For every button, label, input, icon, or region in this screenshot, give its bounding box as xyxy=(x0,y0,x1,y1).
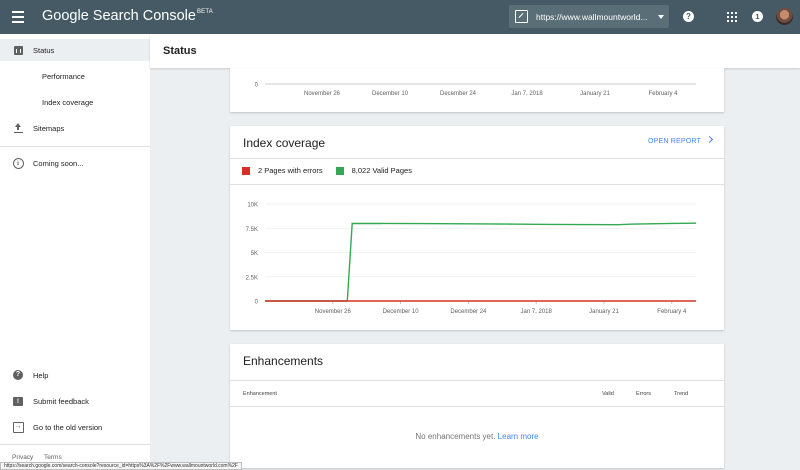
x-tick-label: November 26 xyxy=(304,91,341,97)
apps-grid-icon[interactable] xyxy=(727,12,737,22)
sidebar-item-performance[interactable]: Performance xyxy=(0,65,150,87)
page-header: Status xyxy=(150,34,800,68)
notifications-icon[interactable]: 1 xyxy=(752,11,763,22)
sidebar-item-label: Submit feedback xyxy=(33,396,89,406)
x-tick-label: January 21 xyxy=(580,91,610,97)
feedback-icon: ! xyxy=(12,395,24,407)
sidebar: Status Performance Index coverage Sitema… xyxy=(0,34,150,468)
x-tick-label: Jan 7, 2018 xyxy=(511,91,543,97)
x-tick-label: November 26 xyxy=(315,309,352,315)
sidebar-item-label: Go to the old version xyxy=(33,422,103,432)
sidebar-item-label: Status xyxy=(33,45,55,55)
property-selector[interactable]: https://www.wallmountworld... xyxy=(509,5,669,28)
x-tick-label: January 21 xyxy=(589,309,619,315)
exit-icon: → xyxy=(12,421,24,433)
terms-link[interactable]: Terms xyxy=(44,454,62,461)
help-circle-icon[interactable]: ? xyxy=(683,11,694,22)
sidebar-item-help[interactable]: ? Help xyxy=(0,364,150,386)
sidebar-item-submit-feedback[interactable]: ! Submit feedback xyxy=(0,390,150,412)
sidebar-item-sitemaps[interactable]: Sitemaps xyxy=(0,117,150,139)
column-header-enhancement[interactable]: Enhancement xyxy=(243,391,277,397)
sidebar-item-label: Performance xyxy=(42,71,85,81)
sidebar-divider xyxy=(0,146,150,147)
column-header-trend[interactable]: Trend xyxy=(674,391,688,397)
enhancements-card: Enhancements Enhancement Valid Errors Tr… xyxy=(230,344,724,468)
chart-legend: 2 Pages with errors 8,022 Valid Pages xyxy=(242,166,425,175)
top-app-bar: Google Search ConsoleBETA https://www.wa… xyxy=(0,0,800,34)
info-icon: i xyxy=(12,157,24,169)
sidebar-divider xyxy=(0,444,150,445)
card-title: Enhancements xyxy=(243,354,324,368)
chevron-down-icon xyxy=(658,14,664,19)
y-tick-label: 5K xyxy=(251,251,258,257)
y-tick-label: 2.5K xyxy=(246,275,258,281)
sidebar-item-label: Coming soon... xyxy=(33,158,84,168)
series-line xyxy=(265,222,697,302)
bar-chart-icon xyxy=(12,44,24,56)
legend-swatch xyxy=(335,166,344,175)
x-tick-label: December 10 xyxy=(383,309,420,315)
property-url: https://www.wallmountworld... xyxy=(536,11,648,22)
sidebar-item-label: Index coverage xyxy=(42,97,94,107)
index-coverage-chart: 0 2.5K 5K 7.5K 10K November 26 December 10 Dece… xyxy=(246,203,697,315)
menu-icon[interactable] xyxy=(12,11,24,23)
legend-swatch xyxy=(242,166,250,175)
avatar[interactable] xyxy=(776,8,793,25)
card-divider xyxy=(230,380,724,381)
sidebar-footer: Privacy Terms xyxy=(12,454,71,461)
x-tick-label: February 4 xyxy=(657,309,687,315)
x-tick-label: February 4 xyxy=(648,91,678,97)
open-report-link[interactable]: OPEN REPORT xyxy=(648,135,714,145)
page-title: Status xyxy=(163,45,197,57)
property-link-icon xyxy=(515,10,528,23)
browser-status-url: https://search.google.com/search-console… xyxy=(0,462,242,470)
chevron-right-icon xyxy=(705,135,714,144)
column-header-errors[interactable]: Errors xyxy=(636,391,651,397)
sidebar-item-status[interactable]: Status xyxy=(0,39,150,61)
x-tick-label: December 24 xyxy=(440,91,477,97)
help-icon: ? xyxy=(12,369,24,381)
sidebar-item-old-version[interactable]: → Go to the old version xyxy=(0,416,150,438)
y-tick-label: 0 xyxy=(255,300,259,306)
open-report-label: OPEN REPORT xyxy=(648,138,702,145)
sidebar-item-index-coverage[interactable]: Index coverage xyxy=(0,91,150,113)
legend-label: 2 Pages with errors xyxy=(258,166,323,175)
legend-item-errors[interactable]: 2 Pages with errors xyxy=(242,166,323,175)
y-tick-label: 10K xyxy=(247,203,258,209)
product-title[interactable]: Google Search ConsoleBETA xyxy=(42,8,213,24)
legend-item-valid[interactable]: 8,022 Valid Pages xyxy=(335,166,412,175)
y-tick-label: 7.5K xyxy=(246,227,258,233)
y-tick-label: 0 xyxy=(255,83,259,89)
performance-chart-tail: 0 November 26 December 10 December 24 Jan 7… xyxy=(255,83,696,97)
x-tick-label: December 24 xyxy=(450,309,487,315)
legend-label: 8,022 Valid Pages xyxy=(351,166,412,175)
beta-badge: BETA xyxy=(196,9,213,15)
index-coverage-card: Index coverage OPEN REPORT 2 Pages with … xyxy=(230,126,724,330)
sidebar-item-label: Help xyxy=(33,370,49,380)
x-tick-label: Jan 7, 2018 xyxy=(521,309,553,315)
product-name: Google Search Console xyxy=(42,8,196,24)
card-title: Index coverage xyxy=(243,136,326,150)
sidebar-item-label: Sitemaps xyxy=(33,123,65,133)
table-divider xyxy=(230,406,724,407)
upload-icon xyxy=(12,122,24,134)
sidebar-item-coming-soon[interactable]: i Coming soon... xyxy=(0,152,150,174)
performance-card: 0 November 26 December 10 December 24 Jan 7… xyxy=(230,68,724,112)
x-tick-label: December 10 xyxy=(372,91,409,97)
privacy-link[interactable]: Privacy xyxy=(12,454,33,461)
column-header-valid[interactable]: Valid xyxy=(602,391,614,397)
card-divider xyxy=(230,158,724,159)
empty-state: No enhancements yet. Learn more xyxy=(230,432,724,441)
empty-state-text: No enhancements yet. xyxy=(415,432,496,441)
learn-more-link[interactable]: Learn more xyxy=(498,432,539,441)
